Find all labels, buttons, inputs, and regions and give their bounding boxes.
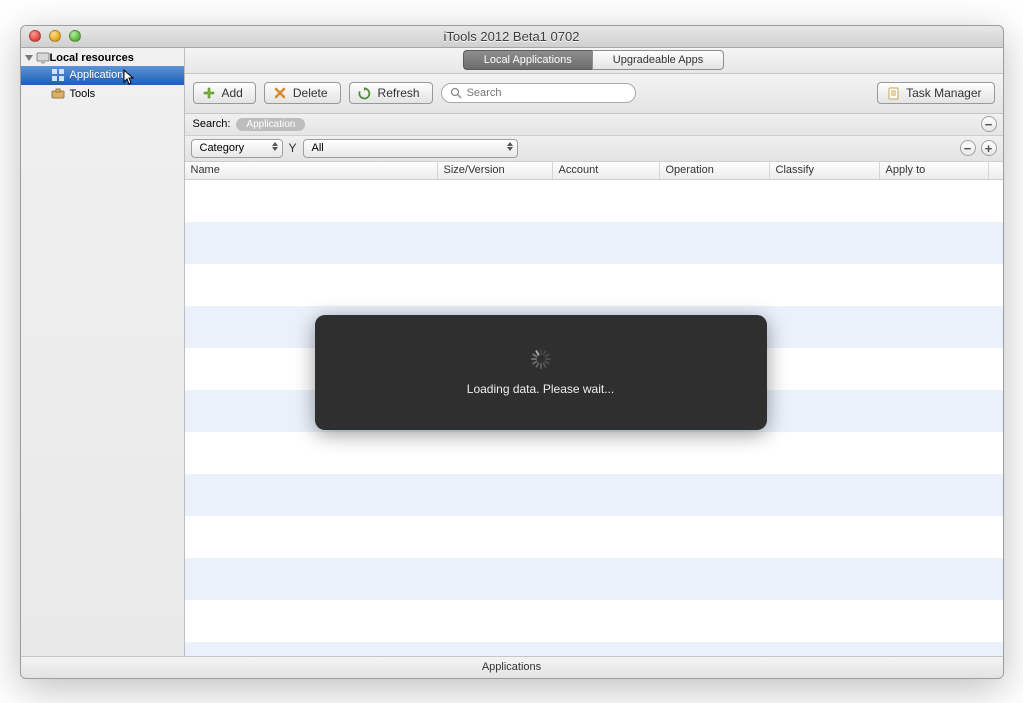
search-filter-label: Search: (193, 118, 231, 130)
status-bar: Applications (21, 656, 1003, 678)
refresh-button[interactable]: Refresh (349, 82, 433, 104)
select-value: Category (200, 142, 245, 154)
titlebar: iTools 2012 Beta1 0702 (21, 26, 1003, 48)
sidebar-item-tools[interactable]: Tools (21, 85, 184, 104)
search-filter-bar: Search: Application − (185, 114, 1003, 136)
category-select[interactable]: Category (191, 139, 283, 158)
sidebar-item-applications[interactable]: Applications (21, 66, 184, 85)
add-button[interactable]: Add (193, 82, 256, 104)
button-label: Delete (293, 86, 328, 100)
remove-filter-button[interactable]: − (981, 116, 997, 132)
sidebar: Local resources Applications Tools (21, 48, 185, 656)
column-apply-to[interactable]: Apply to (880, 162, 989, 179)
table-row (185, 558, 1003, 600)
table-row (185, 474, 1003, 516)
tab-upgradeable-apps[interactable]: Upgradeable Apps (592, 50, 725, 70)
filter-bar: Category Y All − + (185, 136, 1003, 162)
plus-icon (202, 86, 216, 100)
column-label: Operation (666, 164, 714, 176)
all-select[interactable]: All (303, 139, 518, 158)
task-icon (886, 86, 900, 100)
content-area: Local Applications Upgradeable Apps Add (185, 48, 1003, 656)
spinner-icon (530, 348, 552, 370)
sidebar-root[interactable]: Local resources (21, 50, 184, 66)
select-value: All (312, 142, 324, 154)
table-row (185, 180, 1003, 222)
column-spacer (989, 162, 1003, 179)
window-title: iTools 2012 Beta1 0702 (21, 29, 1003, 44)
tab-label: Local Applications (484, 54, 572, 66)
table-row (185, 600, 1003, 642)
button-label: Task Manager (906, 86, 981, 100)
table-row (185, 432, 1003, 474)
toolbar: Add Delete Refresh (185, 74, 1003, 114)
tab-local-applications[interactable]: Local Applications (463, 50, 592, 70)
loading-overlay: Loading data. Please wait... (315, 315, 767, 430)
status-text: Applications (482, 661, 541, 673)
add-row-button[interactable]: + (981, 140, 997, 156)
search-input[interactable] (467, 87, 627, 99)
column-classify[interactable]: Classify (770, 162, 880, 179)
column-size-version[interactable]: Size/Version (438, 162, 553, 179)
filter-letter: Y (289, 141, 297, 155)
column-account[interactable]: Account (553, 162, 660, 179)
task-manager-button[interactable]: Task Manager (877, 82, 994, 104)
app-window: iTools 2012 Beta1 0702 Local resources A… (20, 25, 1004, 679)
sidebar-item-label: Tools (70, 88, 96, 100)
delete-button[interactable]: Delete (264, 82, 341, 104)
button-label: Refresh (378, 86, 420, 100)
column-label: Classify (776, 164, 815, 176)
table-row (185, 516, 1003, 558)
column-operation[interactable]: Operation (660, 162, 770, 179)
search-icon (450, 87, 462, 99)
table-body: Loading data. Please wait... (185, 180, 1003, 656)
column-name[interactable]: Name (185, 162, 438, 179)
table-row (185, 222, 1003, 264)
sidebar-root-label: Local resources (50, 52, 134, 64)
table-row (185, 264, 1003, 306)
disclosure-triangle-icon[interactable] (25, 55, 33, 61)
delete-icon (273, 86, 287, 100)
sidebar-item-label: Applications (70, 69, 129, 81)
updown-icon (507, 142, 513, 151)
column-label: Size/Version (444, 164, 505, 176)
column-label: Apply to (886, 164, 926, 176)
column-label: Name (191, 164, 220, 176)
apps-icon (51, 69, 65, 81)
main-area: Local resources Applications Tools (21, 48, 1003, 656)
table-header: Name Size/Version Account Operation Clas… (185, 162, 1003, 180)
updown-icon (272, 142, 278, 151)
loading-text: Loading data. Please wait... (467, 382, 614, 396)
table-row (185, 642, 1003, 656)
tabs-row: Local Applications Upgradeable Apps (185, 48, 1003, 74)
remove-row-button[interactable]: − (960, 140, 976, 156)
monitor-icon (36, 52, 50, 64)
tools-icon (51, 88, 65, 100)
search-field[interactable] (441, 83, 636, 103)
search-filter-chip[interactable]: Application (236, 118, 305, 131)
refresh-icon (358, 86, 372, 100)
tab-label: Upgradeable Apps (613, 54, 704, 66)
button-label: Add (222, 86, 243, 100)
column-label: Account (559, 164, 599, 176)
